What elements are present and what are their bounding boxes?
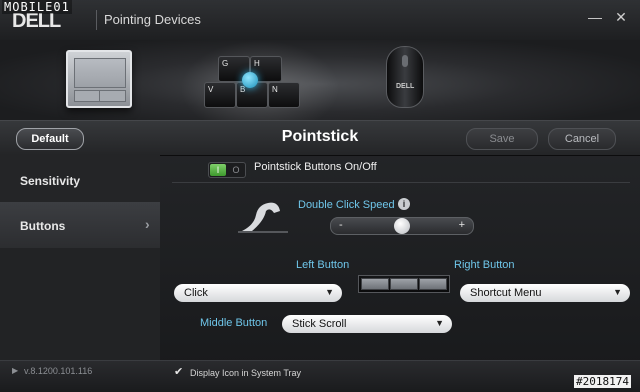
select-value: Click	[184, 287, 208, 299]
minimize-button[interactable]: —	[588, 10, 602, 24]
divider	[172, 182, 630, 183]
select-value: Shortcut Menu	[470, 287, 542, 299]
chevron-right-icon: ›	[145, 216, 150, 232]
buttons-panel: I O Pointstick Buttons On/Off Double Cli…	[162, 155, 640, 360]
save-button[interactable]: Save	[466, 128, 538, 150]
pointstick-buttons-toggle[interactable]: I O	[208, 162, 246, 178]
mouse-brand-logo: DELL	[396, 83, 415, 90]
dropdown-arrow-icon: ▼	[325, 287, 334, 297]
toggle-off-indicator: O	[232, 165, 240, 175]
double-click-speed-label: Double Click Speed	[298, 199, 395, 211]
default-button[interactable]: Default	[16, 128, 84, 150]
key-v-icon: V	[204, 82, 236, 108]
mouse-device-button[interactable]: DELL	[386, 46, 424, 108]
toolbar: Default Pointstick Save Cancel	[0, 120, 640, 156]
slider-minus-icon[interactable]: -	[339, 219, 343, 231]
middle-button-graphic	[390, 278, 418, 290]
sidebar-empty-area	[0, 248, 160, 360]
title-bar[interactable]: DELL Pointing Devices — ✕	[0, 0, 640, 40]
dropdown-arrow-icon: ▼	[435, 318, 444, 328]
touchpad-surface-icon	[74, 58, 126, 88]
left-button-label: Left Button	[296, 259, 350, 271]
touchpad-device-button[interactable]	[66, 50, 132, 108]
pointstick-device-button[interactable]: G H V B N	[196, 52, 304, 110]
touchpad-buttons-icon	[74, 90, 126, 102]
right-button-graphic	[419, 278, 447, 290]
left-button-select[interactable]: Click ▼	[174, 284, 342, 302]
version-label: v.8.1200.101.116	[24, 366, 93, 376]
info-icon[interactable]: i	[398, 198, 410, 210]
right-button-label: Right Button	[454, 259, 515, 271]
footer: ▶ v.8.1200.101.116 ✔ Display Icon in Sys…	[0, 360, 640, 392]
pointstick-buttons-graphic	[358, 275, 450, 293]
title-separator	[96, 10, 97, 30]
double-click-speed-slider[interactable]: - +	[330, 217, 474, 235]
window-title: Pointing Devices	[104, 12, 201, 27]
middle-button-label: Middle Button	[200, 317, 268, 329]
watermark-logo: MOBILE01	[2, 0, 72, 14]
dropdown-arrow-icon: ▼	[613, 287, 622, 297]
select-value: Stick Scroll	[292, 318, 347, 330]
key-label: N	[272, 85, 278, 94]
cancel-button[interactable]: Cancel	[548, 128, 616, 150]
left-button-graphic	[361, 278, 389, 290]
sidebar-item-buttons[interactable]: Buttons ›	[0, 202, 160, 248]
expand-caret-icon[interactable]: ▶	[12, 366, 18, 375]
key-n-icon: N	[268, 82, 300, 108]
toggle-label: Pointstick Buttons On/Off	[254, 161, 377, 173]
toggle-on-indicator: I	[210, 164, 226, 176]
device-banner: G H V B N DELL	[0, 40, 640, 120]
image-id-tag: #2018174	[574, 375, 631, 388]
right-button-select[interactable]: Shortcut Menu ▼	[460, 284, 630, 302]
sidebar-item-sensitivity[interactable]: Sensitivity	[0, 157, 160, 204]
sidebar: Sensitivity Buttons ›	[0, 155, 160, 360]
display-icon-checkbox[interactable]: ✔	[174, 367, 185, 378]
slider-thumb[interactable]	[394, 218, 410, 234]
display-icon-label: Display Icon in System Tray	[190, 368, 302, 378]
slider-plus-icon[interactable]: +	[459, 219, 465, 231]
close-button[interactable]: ✕	[614, 10, 628, 24]
page-title: Pointstick	[281, 128, 359, 145]
sidebar-item-label: Buttons	[20, 219, 66, 233]
sidebar-item-label: Sensitivity	[20, 174, 81, 188]
key-label: V	[208, 85, 214, 94]
mouse-wheel-icon	[402, 55, 408, 67]
key-label: G	[222, 59, 229, 68]
pointstick-nub-icon	[242, 72, 258, 88]
app-window: DELL Pointing Devices — ✕ G H V B N DELL…	[0, 0, 640, 392]
key-label: H	[254, 59, 260, 68]
hand-click-icon	[238, 202, 288, 233]
middle-button-select[interactable]: Stick Scroll ▼	[282, 315, 452, 333]
